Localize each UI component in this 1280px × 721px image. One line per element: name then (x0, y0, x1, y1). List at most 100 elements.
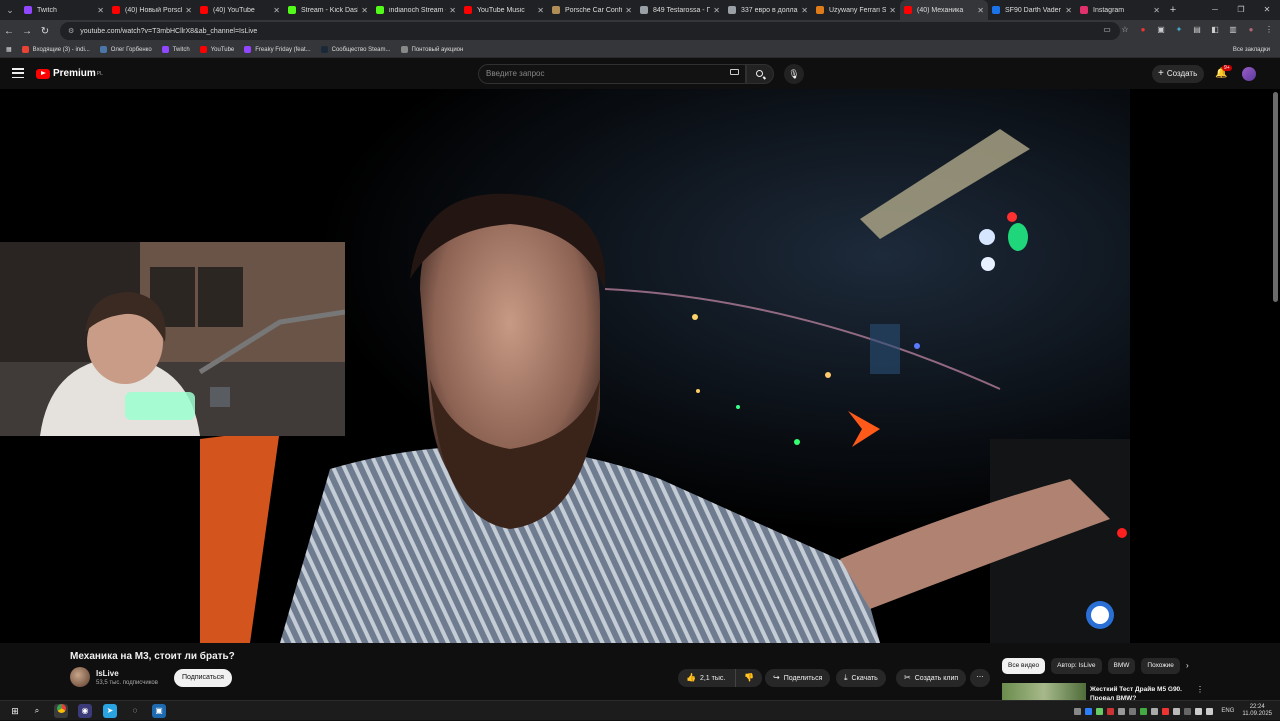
search-button[interactable] (746, 64, 774, 84)
close-window-icon[interactable]: ✕ (1254, 0, 1280, 20)
youtube-logo[interactable]: Premium PL (36, 68, 103, 79)
close-tab-icon[interactable]: ✕ (625, 6, 632, 15)
new-tab-button[interactable]: + (1164, 4, 1182, 16)
site-info-icon[interactable]: ⚙ (68, 27, 74, 35)
windows-start-icon[interactable]: ⊞ (8, 704, 22, 718)
browser-tab[interactable]: indianoch Stream - ✕ (372, 0, 460, 20)
download-button[interactable]: ⤓ Скачать (836, 669, 886, 687)
close-tab-icon[interactable]: ✕ (889, 6, 896, 15)
filter-chip[interactable]: Автор: IsLive (1051, 658, 1102, 674)
close-tab-icon[interactable]: ✕ (361, 6, 368, 15)
more-actions-button[interactable]: ⋯ (970, 669, 990, 687)
wifi-icon[interactable] (1195, 707, 1203, 715)
tray-icon[interactable] (1118, 707, 1126, 715)
tray-icon[interactable] (1140, 707, 1148, 715)
filter-chip[interactable]: BMW (1107, 658, 1136, 674)
tray-icon[interactable] (1162, 707, 1170, 715)
close-tab-icon[interactable]: ✕ (97, 6, 104, 15)
browser-tab[interactable]: SF90 Darth Vader - ✕ (988, 0, 1076, 20)
forward-icon[interactable]: → (18, 26, 36, 37)
share-button[interactable]: ↪ Поделиться (765, 669, 831, 687)
close-tab-icon[interactable]: ✕ (185, 6, 192, 15)
close-tab-icon[interactable]: ✕ (1065, 6, 1072, 15)
extension-icon[interactable]: ▣ (1156, 23, 1166, 37)
menu-icon[interactable] (12, 68, 24, 78)
chevron-right-icon[interactable]: › (1186, 661, 1189, 670)
address-bar[interactable]: ⚙ youtube.com/watch?v=T3mbHCllrX8&ab_cha… (60, 22, 1120, 40)
close-tab-icon[interactable]: ✕ (713, 6, 720, 15)
dislike-button[interactable]: 👎 (735, 669, 762, 687)
all-bookmarks[interactable]: Все закладки (1233, 47, 1270, 53)
app-icon[interactable]: ▣ (152, 704, 166, 718)
minimize-icon[interactable]: ─ (1202, 0, 1228, 20)
maximize-icon[interactable]: ❐ (1228, 0, 1254, 20)
create-button[interactable]: + Создать (1152, 65, 1204, 83)
channel-name[interactable]: IsLive (96, 669, 119, 678)
video-player[interactable] (0, 89, 1130, 643)
discord-icon[interactable]: ◉ (78, 704, 92, 718)
extensions-puzzle-icon[interactable]: ◧ (1210, 23, 1220, 37)
tray-icon[interactable] (1151, 707, 1159, 715)
browser-tab[interactable]: (40) YouTube ✕ (196, 0, 284, 20)
tray-icon[interactable] (1107, 707, 1115, 715)
account-avatar[interactable] (1242, 67, 1256, 81)
tray-icon[interactable] (1096, 707, 1104, 715)
more-icon[interactable]: ⋮ (1196, 685, 1204, 694)
clock[interactable]: 22:24 11.09.2025 (1242, 704, 1272, 718)
page-scrollbar[interactable] (1273, 92, 1278, 302)
tray-icon[interactable] (1129, 707, 1137, 715)
search-icon[interactable]: ⌕ (30, 704, 44, 718)
browser-tab[interactable]: Porsche Car Config ✕ (548, 0, 636, 20)
apps-icon[interactable]: ▦ (6, 46, 12, 53)
extension-icon[interactable]: ● (1138, 23, 1148, 37)
reload-icon[interactable]: ↻ (36, 26, 54, 37)
bookmark-item[interactable]: Freaky Friday (feat... (244, 46, 311, 53)
channel-avatar[interactable] (70, 667, 90, 687)
browser-tab[interactable]: Stream - Kick Dash ✕ (284, 0, 372, 20)
extension-icon[interactable]: ▤ (1192, 23, 1202, 37)
close-tab-icon[interactable]: ✕ (977, 6, 984, 15)
profile-icon[interactable]: ● (1246, 23, 1256, 37)
chrome-icon[interactable] (54, 704, 68, 718)
filter-chip[interactable]: Все видео (1002, 658, 1046, 674)
volume-icon[interactable] (1206, 707, 1214, 715)
telegram-icon[interactable]: ➤ (103, 704, 117, 718)
language-indicator[interactable]: ENG (1221, 708, 1234, 714)
bookmark-item[interactable]: Входящие (3) - indi... (21, 46, 90, 53)
close-tab-icon[interactable]: ✕ (801, 6, 808, 15)
browser-tab[interactable]: Instagram ✕ (1076, 0, 1164, 20)
close-tab-icon[interactable]: ✕ (449, 6, 456, 15)
menu-dots-icon[interactable]: ⋮ (1264, 23, 1274, 37)
browser-tab[interactable]: Używany Ferrari SF ✕ (812, 0, 900, 20)
bookmark-item[interactable]: Понтовый аукцион (400, 46, 463, 53)
extension-icon[interactable]: ✦ (1174, 23, 1184, 37)
subscribe-button[interactable]: Подписаться (174, 669, 232, 687)
recommended-thumbnail[interactable] (1002, 683, 1086, 700)
star-icon[interactable]: ☆ (1120, 23, 1130, 37)
filter-chip[interactable]: Похожие (1141, 658, 1180, 674)
browser-tab[interactable]: YouTube Music ✕ (460, 0, 548, 20)
tray-icon[interactable] (1085, 707, 1093, 715)
browser-tab[interactable]: Twitch ✕ (20, 0, 108, 20)
bookmark-item[interactable]: Олег Горбенко (99, 46, 152, 53)
browser-tab[interactable]: (40) Новый Porsche ✕ (108, 0, 196, 20)
keyboard-icon[interactable] (730, 69, 739, 75)
clip-button[interactable]: ✂ Создать клип (896, 669, 967, 687)
tray-icon[interactable] (1184, 707, 1192, 715)
voice-search-icon[interactable]: 🎙 (784, 64, 804, 84)
tray-icon[interactable] (1074, 707, 1082, 715)
cast-icon[interactable]: ▭ (1102, 23, 1112, 37)
sidebar-icon[interactable]: ▥ (1228, 23, 1238, 37)
browser-tab[interactable]: (40) Механика ✕ (900, 0, 988, 20)
close-tab-icon[interactable]: ✕ (1153, 6, 1160, 15)
bookmark-item[interactable]: YouTube (199, 46, 234, 53)
bookmark-item[interactable]: Twitch (161, 46, 190, 53)
app-icon[interactable]: ◌ (128, 704, 142, 718)
tray-icon[interactable] (1173, 707, 1181, 715)
browser-tab[interactable]: 337 евро в доллар ✕ (724, 0, 812, 20)
search-input[interactable]: Введите запрос (478, 64, 746, 84)
close-tab-icon[interactable]: ✕ (537, 6, 544, 15)
back-icon[interactable]: ← (0, 26, 18, 37)
browser-tab[interactable]: 849 Testarossa - П ✕ (636, 0, 724, 20)
bookmark-item[interactable]: Сообщество Steam... (320, 46, 391, 53)
